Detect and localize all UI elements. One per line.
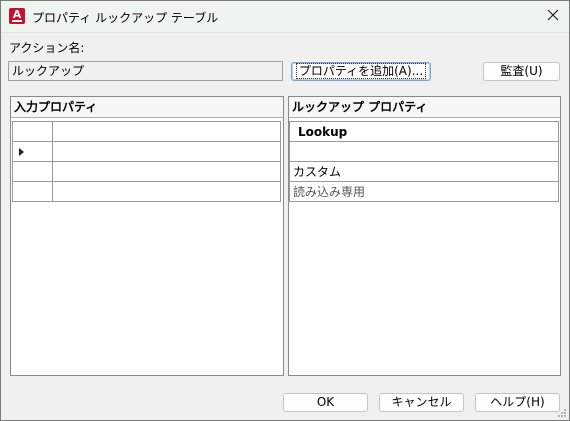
ok-label: OK: [316, 395, 335, 409]
lookup-properties-grid[interactable]: Lookup カスタム 読み込み専用: [289, 121, 559, 202]
table-cell[interactable]: カスタム: [289, 161, 559, 182]
table-cell[interactable]: [52, 161, 281, 182]
cancel-label: キャンセル: [391, 395, 452, 409]
table-row[interactable]: [12, 141, 281, 162]
table-row[interactable]: [12, 121, 281, 142]
title-bar: A プロパティ ルックアップ テーブル: [1, 1, 569, 33]
input-properties-grid[interactable]: [12, 121, 281, 202]
table-row[interactable]: 読み込み専用: [289, 181, 559, 202]
table-cell[interactable]: [52, 121, 281, 142]
dialog-window: A プロパティ ルックアップ テーブル アクション名: ルックアップ プロパティ…: [0, 0, 570, 421]
action-name-field[interactable]: ルックアップ: [8, 61, 283, 81]
table-row[interactable]: カスタム: [289, 161, 559, 182]
add-property-button[interactable]: プロパティを追加(A)...: [291, 62, 431, 81]
table-row[interactable]: [12, 181, 281, 202]
table-row[interactable]: [289, 141, 559, 162]
table-cell[interactable]: [52, 181, 281, 202]
audit-label: 監査(U): [500, 64, 543, 78]
table-cell[interactable]: [289, 141, 559, 162]
window-title: プロパティ ルックアップ テーブル: [32, 11, 219, 25]
table-row: Lookup: [289, 121, 559, 142]
row-header[interactable]: [12, 161, 53, 182]
lookup-column-header[interactable]: Lookup: [289, 121, 559, 142]
row-pointer-icon: [19, 148, 24, 156]
row-header[interactable]: [12, 181, 53, 202]
lookup-properties-header: ルックアップ プロパティ: [289, 97, 560, 118]
row-header[interactable]: [12, 121, 53, 142]
resize-grip-icon[interactable]: [557, 408, 567, 418]
table-cell[interactable]: [52, 141, 281, 162]
help-button[interactable]: ヘルプ(H): [475, 393, 560, 412]
ok-button[interactable]: OK: [283, 393, 368, 412]
action-name-value: ルックアップ: [12, 64, 85, 78]
add-property-label: プロパティを追加(A)...: [295, 63, 427, 79]
cancel-button[interactable]: キャンセル: [379, 393, 464, 412]
close-icon[interactable]: [545, 7, 561, 23]
input-properties-panel: 入力プロパティ: [10, 96, 284, 376]
audit-button[interactable]: 監査(U): [483, 62, 560, 81]
table-row[interactable]: [12, 161, 281, 182]
help-label: ヘルプ(H): [490, 395, 545, 409]
action-name-label: アクション名:: [9, 41, 85, 55]
table-cell[interactable]: 読み込み専用: [289, 181, 559, 202]
autocad-icon: A: [9, 8, 25, 24]
input-properties-header: 入力プロパティ: [11, 97, 283, 118]
row-header[interactable]: [12, 141, 53, 162]
lookup-properties-panel: ルックアップ プロパティ Lookup カスタム 読み込み専用: [288, 96, 561, 376]
